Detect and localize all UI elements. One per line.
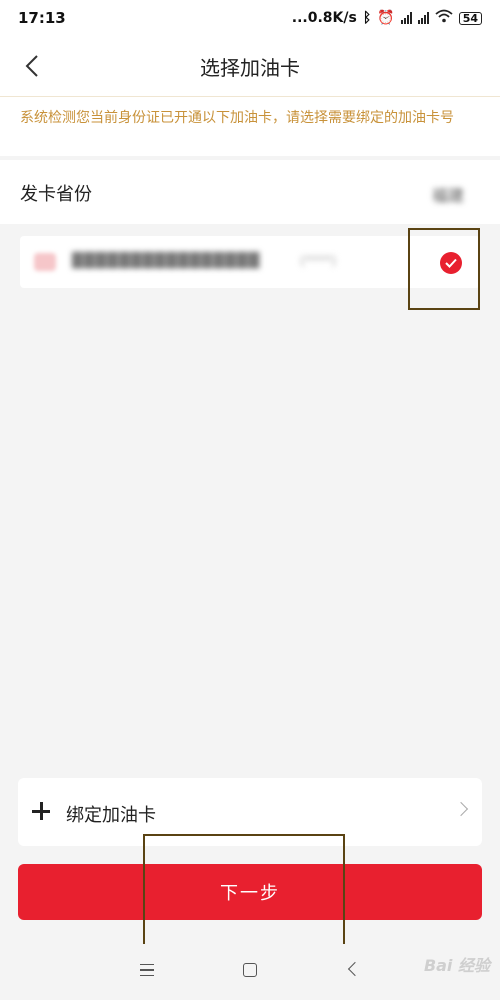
highlight-box-next <box>143 834 345 946</box>
alarm-icon: ⏰ <box>377 10 395 26</box>
signal-icon <box>400 12 412 24</box>
highlight-box-check <box>408 228 480 310</box>
card-number: (****) <box>300 254 337 269</box>
network-speed: ...0.8K/s <box>291 10 357 26</box>
home-icon[interactable] <box>243 963 257 977</box>
chevron-left-icon <box>25 55 38 77</box>
nav-back-icon[interactable] <box>347 961 363 977</box>
header: 选择加油卡 <box>0 36 500 96</box>
card-name: ████████████████ <box>72 253 261 269</box>
system-nav-bar: Bai 经验 <box>0 944 500 1000</box>
bind-card-label: 绑定加油卡 <box>66 805 156 826</box>
wifi-icon <box>435 9 453 27</box>
province-value: 福建 <box>431 186 464 205</box>
watermark: Bai 经验 <box>423 956 490 975</box>
status-time: 17:13 <box>18 9 66 27</box>
signal-icon-2 <box>417 12 429 24</box>
page-title: 选择加油卡 <box>200 56 300 80</box>
card-logo-icon <box>34 253 56 271</box>
province-row[interactable]: 发卡省份 福建 <box>0 160 500 224</box>
bluetooth-icon: ᛒ <box>362 10 372 26</box>
status-icons: ...0.8K/s ᛒ ⏰ 54 <box>292 9 482 27</box>
status-bar: 17:13 ...0.8K/s ᛒ ⏰ 54 <box>0 0 500 36</box>
notice-text: 系统检测您当前身份证已开通以下加油卡，请选择需要绑定的加油卡号 <box>0 96 500 156</box>
chevron-right-icon <box>453 801 469 817</box>
plus-icon <box>32 800 54 822</box>
battery-icon: 54 <box>458 11 482 25</box>
province-label: 发卡省份 <box>20 184 92 205</box>
menu-icon[interactable] <box>140 964 154 976</box>
back-button[interactable] <box>14 48 50 84</box>
